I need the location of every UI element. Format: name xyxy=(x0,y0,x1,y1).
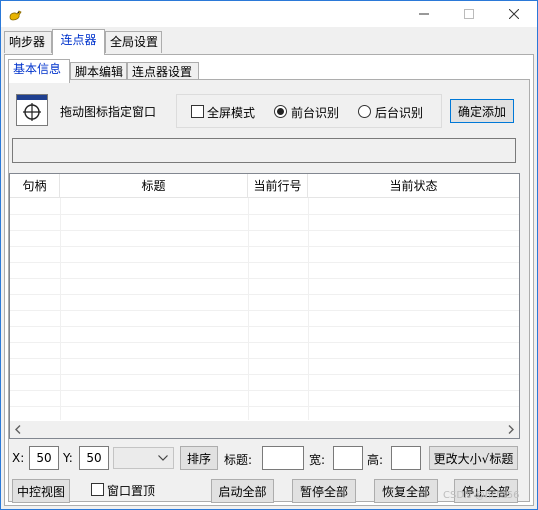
foreground-radio[interactable] xyxy=(274,105,287,118)
height-input[interactable] xyxy=(391,446,421,470)
window-top-checkbox[interactable] xyxy=(91,483,104,496)
horizontal-scrollbar[interactable] xyxy=(10,421,519,438)
title-bar[interactable] xyxy=(1,1,537,27)
confirm-add-button[interactable]: 确定添加 xyxy=(450,99,514,123)
fullscreen-checkbox[interactable] xyxy=(191,105,204,118)
y-input[interactable] xyxy=(79,446,109,470)
maximize-icon xyxy=(464,9,474,19)
column-header-line[interactable]: 当前行号 xyxy=(248,174,308,198)
foreground-label: 前台识别 xyxy=(291,106,340,120)
basic-info-panel: 拖动图标指定窗口 全屏模式 前台识别 后台识别 确定添加 句柄 标题 当前行号 … xyxy=(8,79,530,503)
pause-all-button[interactable]: 暂停全部 xyxy=(292,479,356,503)
fullscreen-label: 全屏模式 xyxy=(207,106,256,120)
scroll-right-icon[interactable] xyxy=(507,425,515,434)
width-label: 宽: xyxy=(309,453,326,467)
tab-autoclicker[interactable]: 连点器 xyxy=(52,29,105,55)
title-input[interactable] xyxy=(262,446,304,470)
resize-title-button[interactable]: 更改大小√标题 xyxy=(429,446,518,470)
status-field xyxy=(12,138,516,163)
watermark: CSDN @hct356 xyxy=(443,490,520,501)
x-label: X: xyxy=(12,451,25,465)
close-button[interactable] xyxy=(491,1,537,27)
scroll-left-icon[interactable] xyxy=(14,425,22,434)
height-label: 高: xyxy=(367,453,384,467)
background-label: 后台识别 xyxy=(375,106,424,120)
autoclicker-panel: 基本信息 脚本编辑 连点器设置 拖动图标指定窗口 全屏模式 前台识别 后台识别 … xyxy=(4,54,534,506)
column-header-handle[interactable]: 句柄 xyxy=(10,174,60,198)
sort-button[interactable]: 排序 xyxy=(180,446,218,470)
background-radio[interactable] xyxy=(358,105,371,118)
close-icon xyxy=(509,9,519,19)
minimize-button[interactable] xyxy=(401,1,447,27)
mode-group: 全屏模式 前台识别 后台识别 xyxy=(176,94,442,128)
maximize-button[interactable] xyxy=(446,1,492,27)
tab-global-settings[interactable]: 全局设置 xyxy=(105,31,162,53)
title-label: 标题: xyxy=(224,453,253,467)
width-input[interactable] xyxy=(333,446,363,470)
window-list-table[interactable]: 句柄 标题 当前行号 当前状态 xyxy=(9,173,520,439)
column-header-title[interactable]: 标题 xyxy=(60,174,248,198)
main-window: 响步器 连点器 全局设置 基本信息 脚本编辑 连点器设置 拖动图标指定窗口 全屏… xyxy=(0,0,538,510)
table-header: 句柄 标题 当前行号 当前状态 xyxy=(10,174,519,198)
duck-icon xyxy=(9,10,22,21)
tab-responder[interactable]: 响步器 xyxy=(4,31,52,53)
y-label: Y: xyxy=(63,451,73,465)
chevron-down-icon xyxy=(158,455,168,461)
start-all-button[interactable]: 启动全部 xyxy=(211,479,274,503)
resume-all-button[interactable]: 恢复全部 xyxy=(374,479,438,503)
crosshair-target-icon xyxy=(17,95,47,121)
minimize-icon xyxy=(419,13,429,15)
window-top-label: 窗口置顶 xyxy=(107,484,156,498)
column-header-status[interactable]: 当前状态 xyxy=(308,174,519,198)
table-gridlines xyxy=(10,198,519,420)
window-finder-handle[interactable] xyxy=(16,94,48,126)
tab-basic-info[interactable]: 基本信息 xyxy=(8,59,70,83)
x-input[interactable] xyxy=(29,446,59,470)
finder-hint: 拖动图标指定窗口 xyxy=(60,105,157,119)
control-view-button[interactable]: 中控视图 xyxy=(12,479,70,503)
arrange-combobox[interactable] xyxy=(113,447,174,469)
